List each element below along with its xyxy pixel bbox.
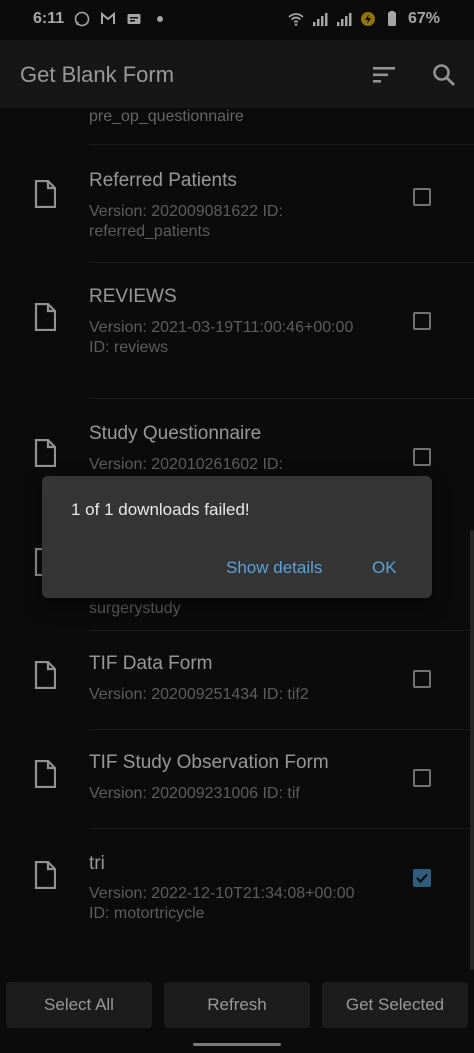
download-failed-dialog: 1 of 1 downloads failed! Show details OK	[42, 476, 432, 598]
show-details-button[interactable]: Show details	[226, 558, 322, 578]
dialog-message: 1 of 1 downloads failed!	[71, 500, 250, 519]
ok-button[interactable]: OK	[372, 558, 397, 578]
